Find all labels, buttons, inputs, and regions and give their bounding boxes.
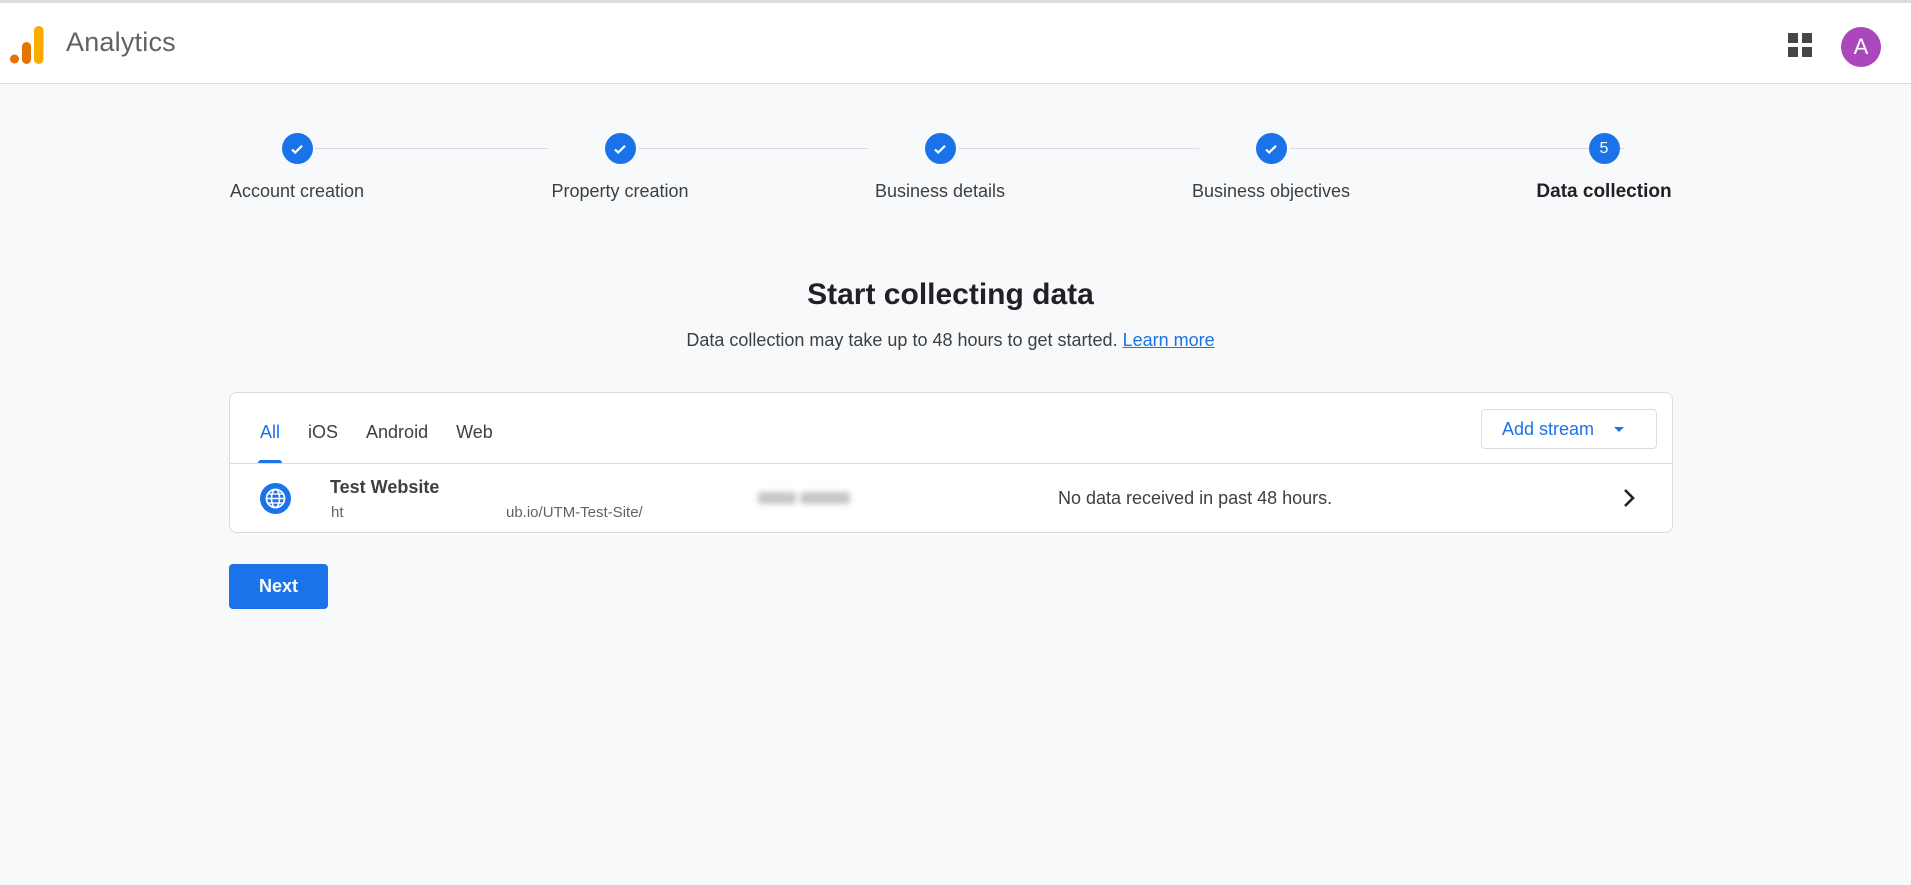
tab-all[interactable]: All xyxy=(246,393,294,463)
caret-down-icon xyxy=(1614,426,1625,432)
step-label: Data collection xyxy=(1536,181,1672,202)
step-number: 5 xyxy=(1588,133,1620,164)
blur-bar xyxy=(758,492,796,504)
tab-web[interactable]: Web xyxy=(442,393,507,463)
stream-type-tabs: All iOS Android Web xyxy=(246,393,507,463)
page-title: Start collecting data xyxy=(807,278,1094,311)
check-icon xyxy=(924,133,956,164)
add-stream-label: Add stream xyxy=(1502,418,1595,439)
check-icon xyxy=(1255,133,1287,164)
step-label: Business objectives xyxy=(1191,181,1351,201)
setup-stepper: Account creation Property creation Busin… xyxy=(229,133,1673,213)
learn-more-link[interactable]: Learn more xyxy=(1123,330,1215,350)
data-streams-card: All iOS Android Web Add stream Test Webs… xyxy=(229,392,1673,533)
stream-id-blurred xyxy=(758,492,850,504)
apps-grid-cell xyxy=(1788,33,1798,43)
check-icon xyxy=(604,133,636,164)
tab-android[interactable]: Android xyxy=(352,393,442,463)
step-data-collection: 5 Data collection xyxy=(1484,133,1724,203)
add-stream-button[interactable]: Add stream xyxy=(1481,409,1657,449)
blur-bar xyxy=(800,492,850,504)
tab-ios[interactable]: iOS xyxy=(294,393,352,463)
step-label: Account creation xyxy=(229,181,365,201)
check-icon xyxy=(281,133,313,164)
step-business-objectives: Business objectives xyxy=(1151,133,1391,202)
stream-name: Test Website xyxy=(330,477,440,497)
step-business-details: Business details xyxy=(820,133,1060,202)
stream-url-start: ht xyxy=(331,504,344,521)
apps-grid-cell xyxy=(1788,47,1798,57)
next-button[interactable]: Next xyxy=(229,564,328,609)
app-title: Analytics xyxy=(66,27,176,57)
stream-row[interactable]: Test Website ht ub.io/UTM-Test-Site/ No … xyxy=(230,464,1672,533)
chevron-right-icon[interactable] xyxy=(1622,488,1636,508)
app-header: Analytics A xyxy=(0,3,1911,84)
subtitle-text: Data collection may take up to 48 hours … xyxy=(686,330,1118,350)
stream-url-end: ub.io/UTM-Test-Site/ xyxy=(506,504,643,521)
globe-icon xyxy=(260,483,291,514)
page-subtitle: Data collection may take up to 48 hours … xyxy=(0,330,1901,351)
step-label: Business details xyxy=(874,181,1006,201)
apps-grid-cell xyxy=(1802,33,1812,43)
apps-grid-icon[interactable] xyxy=(1786,31,1814,59)
step-property-creation: Property creation xyxy=(500,133,740,202)
step-label: Property creation xyxy=(551,181,689,201)
account-avatar[interactable]: A xyxy=(1841,27,1881,67)
step-account-creation: Account creation xyxy=(177,133,417,202)
apps-grid-cell xyxy=(1802,47,1812,57)
analytics-logo-icon[interactable] xyxy=(10,26,44,64)
stream-status: No data received in past 48 hours. xyxy=(1058,488,1333,508)
